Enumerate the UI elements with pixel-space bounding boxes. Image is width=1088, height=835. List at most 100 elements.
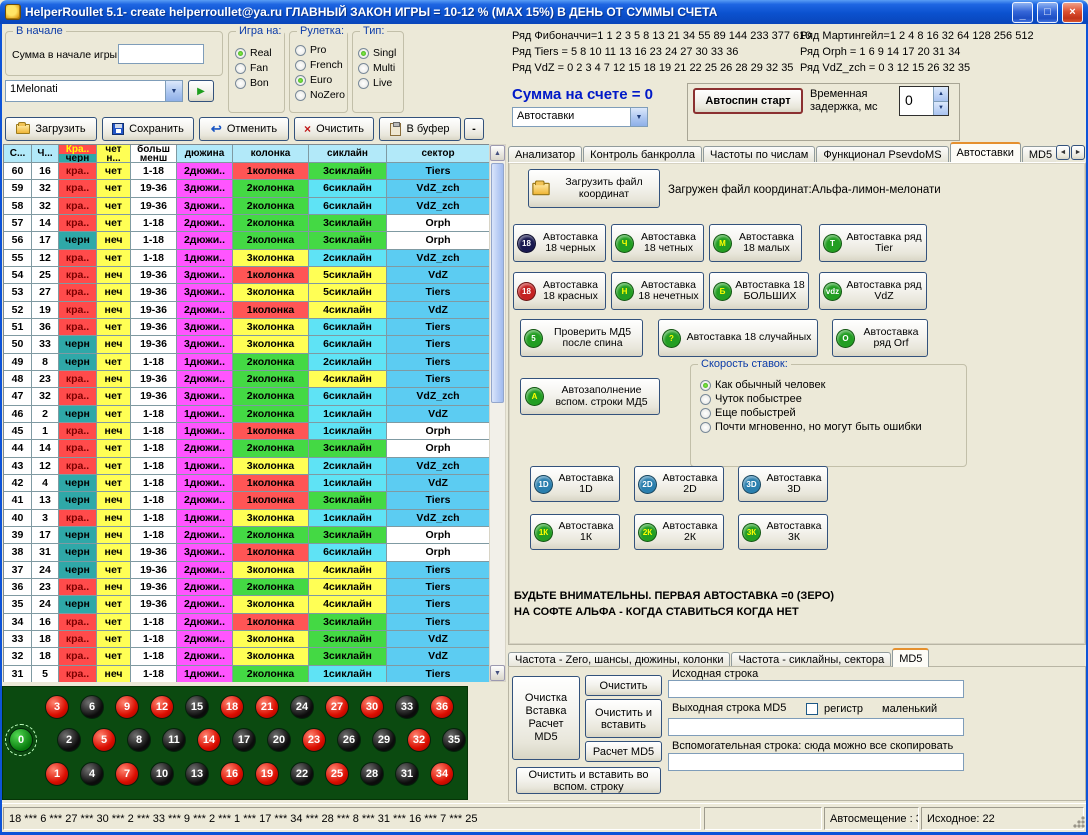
board-number-35[interactable]: 35: [442, 728, 466, 752]
save-button[interactable]: Сохранить: [102, 117, 194, 141]
board-number-14[interactable]: 14: [197, 728, 221, 752]
start-sum-input[interactable]: [118, 44, 204, 64]
radio-option-2[interactable]: Multi: [358, 62, 403, 74]
tab-автоставки[interactable]: Автоставки: [950, 142, 1021, 162]
radio-option-1[interactable]: Singl: [358, 47, 403, 59]
radio-option-3[interactable]: Live: [358, 77, 403, 89]
radio-option-3[interactable]: Bon: [235, 77, 284, 89]
radio-option-2[interactable]: Fan: [235, 62, 284, 74]
radio-icon[interactable]: [358, 48, 369, 59]
board-number-28[interactable]: 28: [360, 762, 384, 786]
table-row[interactable]: 5714кра..чет1-182дюжи..2колонка3сиклайнO…: [4, 215, 489, 232]
board-number-17[interactable]: 17: [232, 728, 256, 752]
board-number-5[interactable]: 5: [92, 728, 116, 752]
table-row[interactable]: 5033черннеч19-363дюжи..3колонка6сиклайнT…: [4, 336, 489, 353]
table-row[interactable]: 6016кра..чет1-182дюжи..1колонка3сиклайнT…: [4, 163, 489, 180]
autobet-18-even[interactable]: ЧАвтоставка 18 четных: [611, 224, 704, 262]
board-number-15[interactable]: 15: [185, 695, 209, 719]
maximize-button[interactable]: □: [1037, 2, 1058, 23]
scroll-down-button[interactable]: ▼: [490, 665, 505, 681]
table-row[interactable]: 5327кра..неч19-363дюжи..3колонка5сиклайн…: [4, 284, 489, 301]
autofill-md5-button[interactable]: А Автозаполнение вспом. строки МД5: [520, 378, 660, 415]
radio-icon[interactable]: [295, 90, 306, 101]
column-header[interactable]: сектор: [387, 145, 489, 163]
tab-анализатор[interactable]: Анализатор: [508, 146, 582, 162]
table-row[interactable]: 424чернчет1-181дюжи..1колонка1сиклайнVdZ: [4, 475, 489, 492]
tab-частоты-по-числам[interactable]: Частоты по числам: [703, 146, 815, 162]
radio-icon[interactable]: [700, 394, 711, 405]
radio-option-1[interactable]: Как обычный человек: [700, 379, 966, 391]
minimize-button[interactable]: _: [1012, 2, 1033, 23]
register-checkbox[interactable]: [806, 703, 818, 715]
chevron-down-icon[interactable]: ▼: [165, 81, 182, 101]
board-number-3[interactable]: 3: [45, 695, 69, 719]
table-row[interactable]: 5832кра..чет19-363дюжи..2колонка6сиклайн…: [4, 198, 489, 215]
column-header[interactable]: С...: [4, 145, 32, 163]
board-number-31[interactable]: 31: [395, 762, 419, 786]
autobet-18-odd[interactable]: НАвтоставка 18 нечетных: [611, 272, 704, 310]
board-number-29[interactable]: 29: [372, 728, 396, 752]
board-number-33[interactable]: 33: [395, 695, 419, 719]
table-row[interactable]: 5136кра..чет19-363дюжи..3колонка6сиклайн…: [4, 319, 489, 336]
autobet-3k[interactable]: 3КАвтоставка 3К: [738, 514, 828, 550]
radio-option-1[interactable]: Real: [235, 47, 284, 59]
autobet-18-random[interactable]: ?Автоставка 18 случайных: [658, 319, 818, 357]
autobet-1k[interactable]: 1КАвтоставка 1К: [530, 514, 620, 550]
table-row[interactable]: 3218кра..чет1-182дюжи..3колонка3сиклайнV…: [4, 648, 489, 665]
autobet-row-tier[interactable]: TАвтоставка ряд Tier: [819, 224, 927, 262]
table-row[interactable]: 5425кра..неч19-363дюжи..1колонка5сиклайн…: [4, 267, 489, 284]
autobet-row-vdz[interactable]: vdzАвтоставка ряд VdZ: [819, 272, 927, 310]
column-header[interactable]: Кра..черн: [59, 145, 97, 163]
table-row[interactable]: 315кра..неч1-181дюжи..2колонка1сиклайнTi…: [4, 666, 489, 682]
board-number-0[interactable]: 0: [9, 728, 33, 752]
board-number-24[interactable]: 24: [290, 695, 314, 719]
radio-icon[interactable]: [700, 408, 711, 419]
resize-grip[interactable]: [1071, 814, 1085, 828]
table-row[interactable]: 3623кра..неч19-362дюжи..2колонка4сиклайн…: [4, 579, 489, 596]
table-row[interactable]: 3831черннеч19-363дюжи..1колонка6сиклайнO…: [4, 544, 489, 561]
table-row[interactable]: 403кра..неч1-181дюжи..3колонка1сиклайнVd…: [4, 510, 489, 527]
delay-spinner[interactable]: 0 ▲ ▼: [899, 86, 949, 116]
table-row[interactable]: 3318кра..чет1-182дюжи..3колонка3сиклайнV…: [4, 631, 489, 648]
radio-option-3[interactable]: Euro: [295, 74, 347, 86]
board-number-11[interactable]: 11: [162, 728, 186, 752]
autobet-18-red[interactable]: 18Автоставка 18 красных: [513, 272, 606, 310]
autobet-2d[interactable]: 2DАвтоставка 2D: [634, 466, 724, 502]
table-row[interactable]: 3416кра..чет1-182дюжи..1колонка3сиклайнT…: [4, 614, 489, 631]
autobet-row-orf[interactable]: OАвтоставка ряд Orf: [832, 319, 928, 357]
tab-md5[interactable]: MD5: [1022, 146, 1056, 162]
column-header[interactable]: сиклайн: [309, 145, 387, 163]
board-number-2[interactable]: 2: [57, 728, 81, 752]
radio-icon[interactable]: [295, 45, 306, 56]
radio-icon[interactable]: [295, 60, 306, 71]
md5-helper-input[interactable]: [668, 753, 964, 771]
tab-частота-сиклайны-сектора[interactable]: Частота - сиклайны, сектора: [731, 652, 891, 667]
delay-down-button[interactable]: ▼: [934, 102, 948, 116]
radio-option-3[interactable]: Еще побыстрей: [700, 407, 966, 419]
radio-icon[interactable]: [295, 75, 306, 86]
tab-scroll-right-button[interactable]: ►: [1071, 145, 1085, 160]
radio-icon[interactable]: [358, 78, 369, 89]
board-number-36[interactable]: 36: [430, 695, 454, 719]
autobet-2k[interactable]: 2КАвтоставка 2К: [634, 514, 724, 550]
autobet-18-black[interactable]: 18Автоставка 18 черных: [513, 224, 606, 262]
close-button[interactable]: ×: [1062, 2, 1083, 23]
load-coords-button[interactable]: Загрузить файл координат: [528, 169, 660, 208]
table-row[interactable]: 498чернчет1-181дюжи..2колонка2сиклайнTie…: [4, 354, 489, 371]
table-row[interactable]: 4113черннеч1-182дюжи..1колонка3сиклайнTi…: [4, 492, 489, 509]
radio-icon[interactable]: [358, 63, 369, 74]
board-number-6[interactable]: 6: [80, 695, 104, 719]
radio-icon[interactable]: [700, 380, 711, 391]
tab-функционал-psevdoms[interactable]: Функционал PsevdoMS: [816, 146, 948, 162]
md5-big-button[interactable]: Очистка Вставка Расчет MD5: [512, 676, 580, 760]
table-row[interactable]: 5219кра..неч19-362дюжи..1колонка4сиклайн…: [4, 302, 489, 319]
column-header[interactable]: большменш: [131, 145, 177, 163]
title-bar[interactable]: HelperRoullet 5.1- create helperroullet@…: [0, 0, 1088, 24]
column-header[interactable]: четн...: [97, 145, 131, 163]
autobet-1d[interactable]: 1DАвтоставка 1D: [530, 466, 620, 502]
table-row[interactable]: 4823кра..неч19-362дюжи..2колонка4сиклайн…: [4, 371, 489, 388]
md5-clear-button[interactable]: Очистить: [585, 675, 662, 696]
chevron-down-icon[interactable]: ▼: [630, 108, 647, 126]
table-scrollbar[interactable]: ▲ ▼: [489, 144, 506, 682]
board-number-1[interactable]: 1: [45, 762, 69, 786]
